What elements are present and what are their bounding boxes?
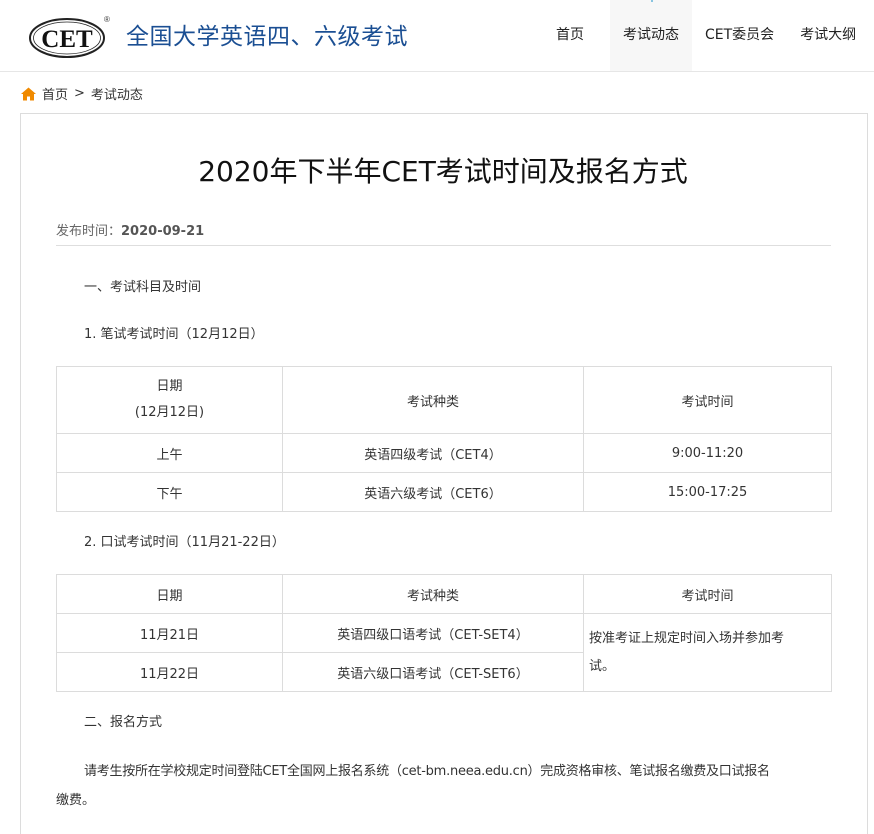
logo-text: CET bbox=[41, 26, 93, 53]
table-row: 下午 英语六级考试（CET6） 15:00-17:25 bbox=[56, 472, 832, 512]
merged-time-line1: 按准考证上规定时间入场并参加考 bbox=[589, 630, 785, 646]
publish-date: 2020-09-21 bbox=[121, 224, 205, 239]
written-exam-heading: 1. 笔试考试时间（12月12日） bbox=[84, 327, 264, 342]
cell-exam-type: 英语六级口语考试（CET-SET6） bbox=[282, 652, 584, 692]
nav-item-cet-committee[interactable]: CET委员会 bbox=[692, 0, 787, 71]
oral-exam-table: 日期 考试种类 考试时间 11月21日 英语四级口语考试（CET-SET4） 按… bbox=[56, 574, 832, 692]
site-title[interactable]: 全国大学英语四、六级考试 bbox=[126, 17, 408, 51]
merged-time-line2: 试。 bbox=[589, 658, 616, 674]
main-nav: 首页 考试动态 CET委员会 考试大纲 考 bbox=[530, 0, 874, 71]
header-date-label: 日期 bbox=[156, 379, 183, 394]
registration-text-line1: 请考生按所在学校规定时间登陆CET全国网上报名系统（cet-bm.neea.ed… bbox=[84, 764, 770, 779]
site-header: CET ® 全国大学英语四、六级考试 首页 考试动态 CET委员会 考试大纲 考 bbox=[0, 0, 874, 72]
cell-period: 上午 bbox=[56, 433, 283, 473]
article-title: 2020年下半年CET考试时间及报名方式 bbox=[198, 155, 688, 188]
cell-date: 11月21日 bbox=[56, 613, 283, 653]
cell-period: 下午 bbox=[56, 472, 283, 512]
header-cell-time: 考试时间 bbox=[583, 574, 832, 614]
registered-mark: ® bbox=[104, 15, 110, 24]
table-row: 上午 英语四级考试（CET4） 9:00-11:20 bbox=[56, 433, 832, 473]
breadcrumb-separator: > bbox=[74, 86, 85, 101]
header-cell-date: 日期 bbox=[56, 574, 283, 614]
registration-text-line2: 缴费。 bbox=[56, 793, 96, 808]
header-date-sub: (12月12日) bbox=[134, 405, 205, 420]
header-cell-type: 考试种类 bbox=[282, 574, 584, 614]
header-cell-time: 考试时间 bbox=[583, 366, 832, 434]
cell-date: 11月22日 bbox=[56, 652, 283, 692]
cell-exam-type: 英语四级口语考试（CET-SET4） bbox=[282, 613, 584, 653]
table-header-row: 日期 (12月12日) 考试种类 考试时间 bbox=[56, 366, 832, 434]
cell-exam-time: 15:00-17:25 bbox=[583, 472, 832, 512]
written-exam-table: 日期 (12月12日) 考试种类 考试时间 上午 英语四级考试（CET4） 9:… bbox=[56, 366, 832, 512]
nav-item-truncated[interactable]: 考 bbox=[869, 0, 874, 71]
publish-label: 发布时间： bbox=[56, 224, 122, 239]
cell-exam-type: 英语四级考试（CET4） bbox=[282, 433, 584, 473]
breadcrumb-home[interactable]: 首页 bbox=[42, 84, 68, 103]
home-icon bbox=[21, 87, 36, 100]
section2-heading: 二、报名方式 bbox=[84, 715, 163, 730]
nav-item-syllabus[interactable]: 考试大纲 bbox=[787, 0, 869, 71]
cell-exam-time-merged: 按准考证上规定时间入场并参加考 试。 bbox=[583, 613, 832, 692]
nav-item-exam-news[interactable]: 考试动态 bbox=[610, 0, 692, 71]
breadcrumb: 首页 > 考试动态 bbox=[21, 84, 143, 103]
publish-info: 发布时间：2020-09-21 bbox=[56, 220, 831, 246]
header-cell-date: 日期 (12月12日) bbox=[56, 366, 283, 434]
cell-exam-time: 9:00-11:20 bbox=[583, 433, 832, 473]
cet-logo[interactable]: CET ® bbox=[27, 13, 111, 59]
oral-exam-heading: 2. 口试考试时间（11月21-22日） bbox=[84, 535, 285, 550]
header-cell-type: 考试种类 bbox=[282, 366, 584, 434]
cell-exam-type: 英语六级考试（CET6） bbox=[282, 472, 584, 512]
breadcrumb-current[interactable]: 考试动态 bbox=[91, 84, 143, 103]
nav-item-home[interactable]: 首页 bbox=[530, 0, 610, 71]
table-header-row: 日期 考试种类 考试时间 bbox=[56, 574, 832, 614]
table-row: 11月21日 英语四级口语考试（CET-SET4） 按准考证上规定时间入场并参加… bbox=[56, 613, 832, 692]
section1-heading: 一、考试科目及时间 bbox=[84, 280, 202, 295]
